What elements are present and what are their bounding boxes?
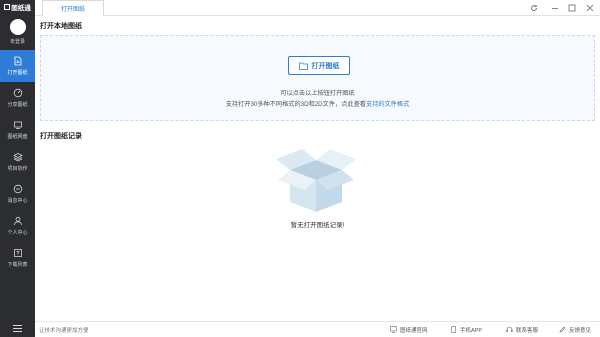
sidebar-item-collaboration[interactable]: 项目协作 bbox=[0, 146, 35, 178]
feedback-link[interactable]: 反馈意见 bbox=[559, 326, 591, 334]
feedback-link-label: 反馈意见 bbox=[569, 327, 592, 334]
open-drawing-button[interactable]: 打开图纸 bbox=[288, 56, 350, 75]
folder-icon bbox=[298, 62, 308, 70]
avatar[interactable] bbox=[9, 18, 26, 35]
menu-button[interactable] bbox=[0, 321, 35, 337]
sidebar-item-cloud-drive[interactable]: 图纸网盘 bbox=[0, 114, 35, 146]
minimize-icon bbox=[552, 8, 558, 9]
tab-open-drawing[interactable]: 打开图纸 bbox=[42, 0, 104, 16]
cloud-drive-icon bbox=[13, 120, 23, 130]
supported-formats-link[interactable]: 支持的文件格式 bbox=[366, 101, 409, 108]
sidebar-item-messages[interactable]: 消息中心 bbox=[0, 178, 35, 210]
open-drawing-button-label: 打开图纸 bbox=[311, 62, 340, 70]
sidebar-item-label: 图纸网盘 bbox=[7, 134, 28, 140]
sidebar-item-open-drawing[interactable]: 打开图纸 bbox=[0, 50, 35, 82]
close-icon bbox=[586, 4, 594, 12]
format-hint-text: 支持打开30多种不同格式的3D和2D文件，点此查看 bbox=[225, 101, 366, 108]
maximize-icon bbox=[568, 4, 576, 12]
sidebar-item-profile[interactable]: 个人中心 bbox=[0, 210, 35, 242]
empty-records-text: 暂无打开图纸记录! bbox=[290, 222, 345, 229]
sidebar-item-label: 项目协作 bbox=[7, 166, 28, 172]
message-icon bbox=[13, 184, 23, 194]
format-hint: 支持打开30多种不同格式的3D和2D文件，点此查看支持的文件格式 bbox=[41, 99, 594, 108]
empty-box-illustration bbox=[272, 146, 360, 214]
sidebar: 图纸通 未登录 打开图纸 分享图纸 图纸网盘 项目协作 消息中心 个人中心 下载… bbox=[0, 0, 35, 337]
feedback-icon bbox=[559, 326, 566, 333]
layers-icon bbox=[12, 152, 23, 162]
customer-service-link-label: 联系客服 bbox=[516, 327, 539, 334]
hamburger-icon bbox=[13, 324, 22, 334]
sidebar-item-label: 消息中心 bbox=[7, 198, 28, 204]
sidebar-item-share[interactable]: 分享图纸 bbox=[0, 82, 35, 114]
minimize-button[interactable] bbox=[549, 2, 561, 14]
sidebar-item-label: 下载列表 bbox=[7, 262, 28, 268]
download-list-icon bbox=[13, 248, 23, 258]
mobile-app-link-label: 手机APP bbox=[460, 327, 483, 334]
status-bar: 让技术沟通更加方便 图纸通官网 手机APP 联系客服 反馈意见 bbox=[35, 321, 600, 337]
user-block[interactable]: 未登录 bbox=[0, 13, 35, 50]
open-hint: 可以点击以上按钮打开图纸 bbox=[280, 90, 355, 97]
drop-zone[interactable]: 打开图纸 可以点击以上按钮打开图纸 支持打开30多种不同格式的3D和2D文件，点… bbox=[40, 35, 595, 121]
document-icon bbox=[13, 56, 23, 66]
app-logo: 图纸通 bbox=[0, 0, 35, 13]
mobile-app-link[interactable]: 手机APP bbox=[450, 326, 482, 334]
website-link-label: 图纸通官网 bbox=[400, 327, 428, 334]
refresh-button[interactable] bbox=[528, 2, 540, 14]
website-link[interactable]: 图纸通官网 bbox=[390, 326, 428, 334]
logo-text: 图纸通 bbox=[11, 4, 31, 12]
refresh-icon bbox=[531, 5, 537, 11]
close-button[interactable] bbox=[584, 2, 596, 14]
sidebar-item-label: 分享图纸 bbox=[7, 102, 28, 108]
maximize-button[interactable] bbox=[566, 2, 578, 14]
sidebar-item-downloads[interactable]: 下载列表 bbox=[0, 242, 35, 274]
monitor-icon bbox=[390, 326, 397, 333]
logo-mark-icon bbox=[4, 3, 11, 10]
headset-icon bbox=[506, 326, 513, 332]
login-status: 未登录 bbox=[9, 38, 25, 45]
phone-icon bbox=[451, 326, 456, 333]
share-icon bbox=[13, 88, 23, 98]
title-bar: 打开图纸 bbox=[35, 0, 600, 16]
slogan-text: 让技术沟通更加方便 bbox=[39, 327, 89, 334]
sidebar-item-label: 个人中心 bbox=[7, 230, 28, 236]
customer-service-link[interactable]: 联系客服 bbox=[506, 326, 538, 334]
person-icon bbox=[13, 216, 23, 226]
local-section-title: 打开本地图纸 bbox=[40, 23, 82, 30]
records-section-title: 打开图纸记录 bbox=[40, 133, 82, 140]
sidebar-item-label: 打开图纸 bbox=[7, 70, 28, 76]
